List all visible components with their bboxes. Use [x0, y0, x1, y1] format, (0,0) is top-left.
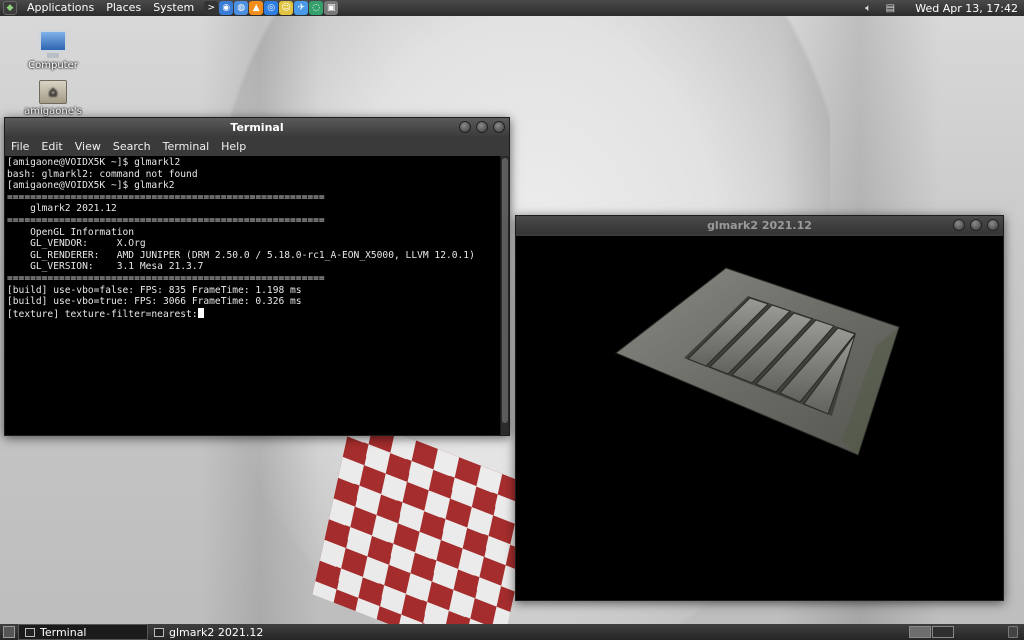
terminal-line: ========================================… [7, 191, 325, 203]
menu-file[interactable]: File [5, 140, 35, 153]
terminal-line: GL_VERSION: 3.1 Mesa 21.3.7 [7, 261, 204, 273]
minimize-button[interactable] [953, 219, 965, 231]
menu-help[interactable]: Help [215, 140, 252, 153]
image-launcher-icon[interactable]: ▣ [324, 1, 339, 15]
terminal-scrollbar[interactable] [500, 156, 509, 435]
menu-system[interactable]: System [147, 0, 200, 16]
smiley-launcher-icon[interactable]: ☺ [279, 1, 294, 15]
maximize-button[interactable] [476, 121, 488, 133]
vlc-launcher-icon[interactable]: ▲ [249, 1, 264, 15]
clock[interactable]: Wed Apr 13, 17:42 [901, 2, 1024, 15]
terminal-line: [build] use-vbo=false: FPS: 835 FrameTim… [7, 284, 302, 296]
terminal-menubar: File Edit View Search Terminal Help [5, 136, 509, 156]
terminal-line: [amigaone@VOIDX5K ~]$ glmark2 [7, 180, 175, 192]
distro-logo-icon[interactable]: ◆ [3, 1, 17, 15]
window-title: glmark2 2021.12 [707, 218, 812, 232]
terminal-line: [build] use-vbo=true: FPS: 3066 FrameTim… [7, 296, 302, 308]
terminal-titlebar[interactable]: Terminal [5, 118, 509, 136]
scrollbar-thumb[interactable] [502, 158, 508, 423]
top-panel: ◆ Applications Places System > ◉ ◍ ▲ ◎ ☺ ✈ ◌ ▣ 🔈… [0, 0, 1024, 16]
web-launcher-icon[interactable]: ◍ [234, 1, 249, 15]
chrome-launcher-icon[interactable]: ◎ [264, 1, 279, 15]
computer-icon [39, 30, 67, 58]
terminal-window[interactable]: Terminal File Edit View Search Terminal … [4, 117, 510, 436]
taskbar-label: Terminal [40, 625, 87, 639]
window-controls [953, 219, 999, 231]
terminal-line: GL_VENDOR: X.Org [7, 238, 146, 250]
network-icon[interactable]: ▤ [883, 1, 897, 15]
desktop-icon-home[interactable]: ⌂ amigaone's [18, 80, 88, 117]
terminal-line: glmark2 2021.12 [7, 203, 117, 215]
window-controls [459, 121, 505, 133]
taskbar-label: glmark2 2021.12 [169, 625, 264, 639]
glmark2-titlebar[interactable]: glmark2 2021.12 [516, 216, 1003, 234]
terminal-line: [texture] texture-filter=nearest: [7, 307, 498, 321]
terminal-line: OpenGL Information [7, 226, 135, 238]
menu-places[interactable]: Places [100, 0, 147, 16]
terminal-line: GL_RENDERER: AMD JUNIPER (DRM 2.50.0 / 5… [7, 249, 475, 261]
desktop-icon-label: amigaone's [24, 106, 82, 117]
terminal-line: bash: glmarkl2: command not found [7, 168, 198, 180]
menu-search[interactable]: Search [107, 140, 157, 153]
desktop-icon-label: Computer [28, 60, 78, 71]
workspace-switcher [909, 626, 954, 638]
minimize-button[interactable] [459, 121, 471, 133]
menu-terminal[interactable]: Terminal [157, 140, 216, 153]
close-button[interactable] [987, 219, 999, 231]
bottom-panel: Terminal glmark2 2021.12 [0, 624, 1024, 640]
bird-launcher-icon[interactable]: ✈ [294, 1, 309, 15]
terminal-output[interactable]: [amigaone@VOIDX5K ~]$ glmarkl2 bash: glma… [5, 156, 500, 435]
menu-edit[interactable]: Edit [35, 140, 68, 153]
volume-icon[interactable]: 🔈︎ [861, 1, 875, 15]
globe-launcher-icon[interactable]: ◌ [309, 1, 324, 15]
glmark2-window[interactable]: glmark2 2021.12 [515, 215, 1004, 601]
workspace-2[interactable] [932, 626, 954, 638]
terminal-line: ========================================… [7, 272, 325, 284]
network-launcher-icon[interactable]: ◉ [219, 1, 234, 15]
terminal-line: ========================================… [7, 214, 325, 226]
taskbar-item-glmark2[interactable]: glmark2 2021.12 [148, 624, 278, 640]
terminal-line: [amigaone@VOIDX5K ~]$ glmarkl2 [7, 157, 181, 168]
desktop-icon-computer[interactable]: Computer [18, 30, 88, 71]
show-desktop-button[interactable] [3, 626, 15, 638]
home-folder-icon: ⌂ [39, 80, 67, 104]
maximize-button[interactable] [970, 219, 982, 231]
taskbar-item-terminal[interactable]: Terminal [18, 624, 148, 640]
terminal-task-icon [25, 627, 35, 637]
menu-applications[interactable]: Applications [21, 0, 100, 16]
trash-icon[interactable] [1008, 626, 1018, 638]
close-button[interactable] [493, 121, 505, 133]
workspace-1[interactable] [909, 626, 931, 638]
glmark2-render-area[interactable] [516, 236, 1003, 600]
menu-view[interactable]: View [69, 140, 107, 153]
rendered-wooden-crate [615, 267, 900, 456]
launcher-bar: > ◉ ◍ ▲ ◎ ☺ ✈ ◌ ▣ [204, 1, 339, 15]
terminal-cursor [197, 307, 204, 318]
system-tray: 🔈︎ ▤ Wed Apr 13, 17:42 [857, 0, 1024, 16]
window-title: Terminal [230, 120, 284, 134]
glmark2-task-icon [154, 627, 164, 637]
terminal-launcher-icon[interactable]: > [204, 1, 219, 15]
